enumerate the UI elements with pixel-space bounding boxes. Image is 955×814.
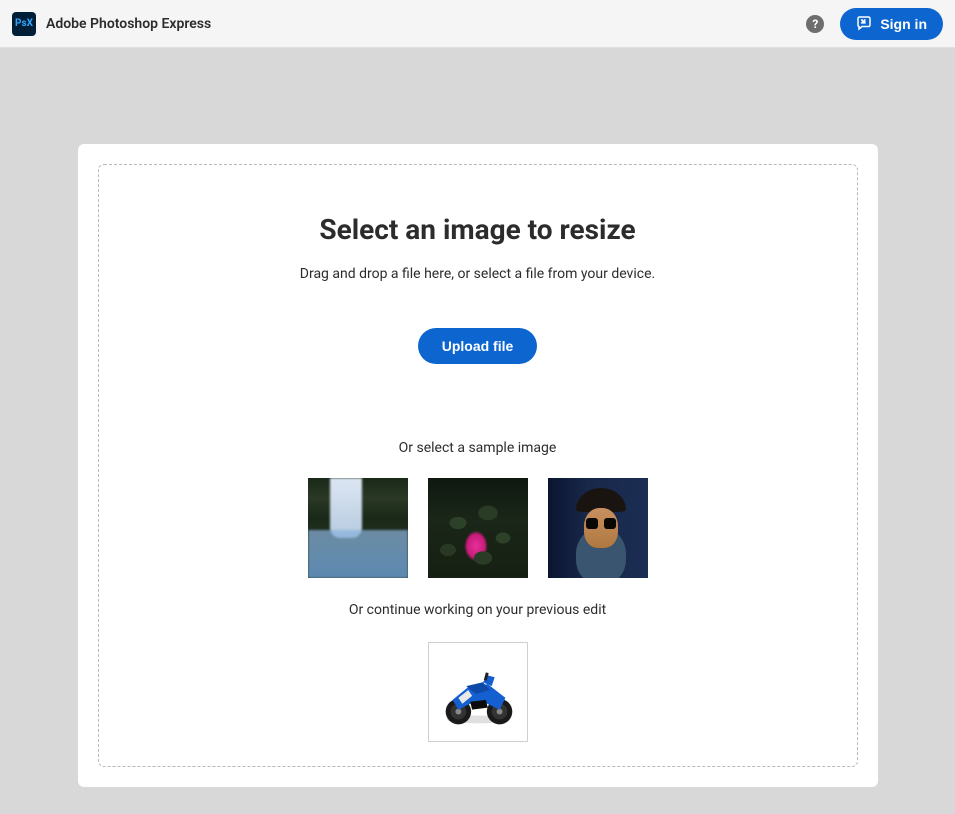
upload-file-button[interactable]: Upload file [418, 328, 538, 364]
signin-button[interactable]: Sign in [840, 8, 943, 40]
comment-icon [856, 16, 872, 32]
help-icon[interactable]: ? [806, 15, 824, 33]
sample-image-person[interactable] [548, 478, 648, 578]
sample-image-lotus[interactable] [428, 478, 528, 578]
previous-edit-motorcycle[interactable] [428, 642, 528, 742]
app-title: Adobe Photoshop Express [46, 16, 211, 32]
subtitle: Drag and drop a file here, or select a f… [139, 266, 817, 282]
main-heading: Select an image to resize [139, 213, 817, 246]
upload-label: Upload file [442, 338, 514, 354]
header-right: ? Sign in [806, 8, 943, 40]
sunglasses-icon [586, 518, 616, 529]
main-area: Select an image to resize Drag and drop … [0, 48, 955, 787]
sample-image-waterfall[interactable] [308, 478, 408, 578]
upload-card: Select an image to resize Drag and drop … [78, 144, 878, 787]
help-glyph: ? [812, 17, 818, 31]
app-logo-text: PsX [15, 18, 33, 29]
dropzone[interactable]: Select an image to resize Drag and drop … [98, 164, 858, 767]
sample-label: Or select a sample image [139, 440, 817, 456]
app-logo-icon: PsX [12, 12, 36, 36]
previous-edit-row [139, 642, 817, 742]
header-left: PsX Adobe Photoshop Express [12, 12, 211, 36]
signin-label: Sign in [880, 16, 927, 32]
sample-images-row [139, 478, 817, 578]
app-header: PsX Adobe Photoshop Express ? Sign in [0, 0, 955, 48]
continue-label: Or continue working on your previous edi… [139, 602, 817, 618]
